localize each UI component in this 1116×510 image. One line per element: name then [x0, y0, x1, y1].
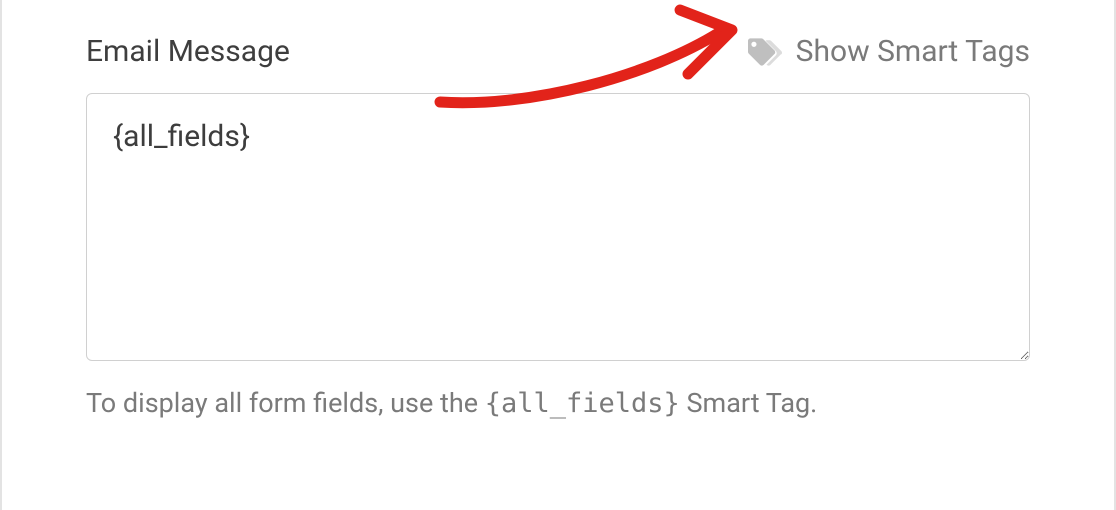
help-code: {all_fields}	[485, 388, 680, 419]
field-header: Email Message Show Smart Tags	[86, 0, 1030, 93]
show-smart-tags-button[interactable]: Show Smart Tags	[748, 34, 1030, 69]
email-message-textarea[interactable]	[86, 93, 1030, 361]
help-suffix: Smart Tag.	[680, 387, 818, 419]
show-smart-tags-label: Show Smart Tags	[796, 34, 1030, 69]
email-message-help: To display all form fields, use the {all…	[86, 387, 1030, 419]
tags-icon	[748, 35, 782, 69]
help-prefix: To display all form fields, use the	[86, 387, 485, 419]
email-message-label: Email Message	[86, 34, 290, 69]
email-message-panel: Email Message Show Smart Tags To display…	[0, 0, 1116, 510]
